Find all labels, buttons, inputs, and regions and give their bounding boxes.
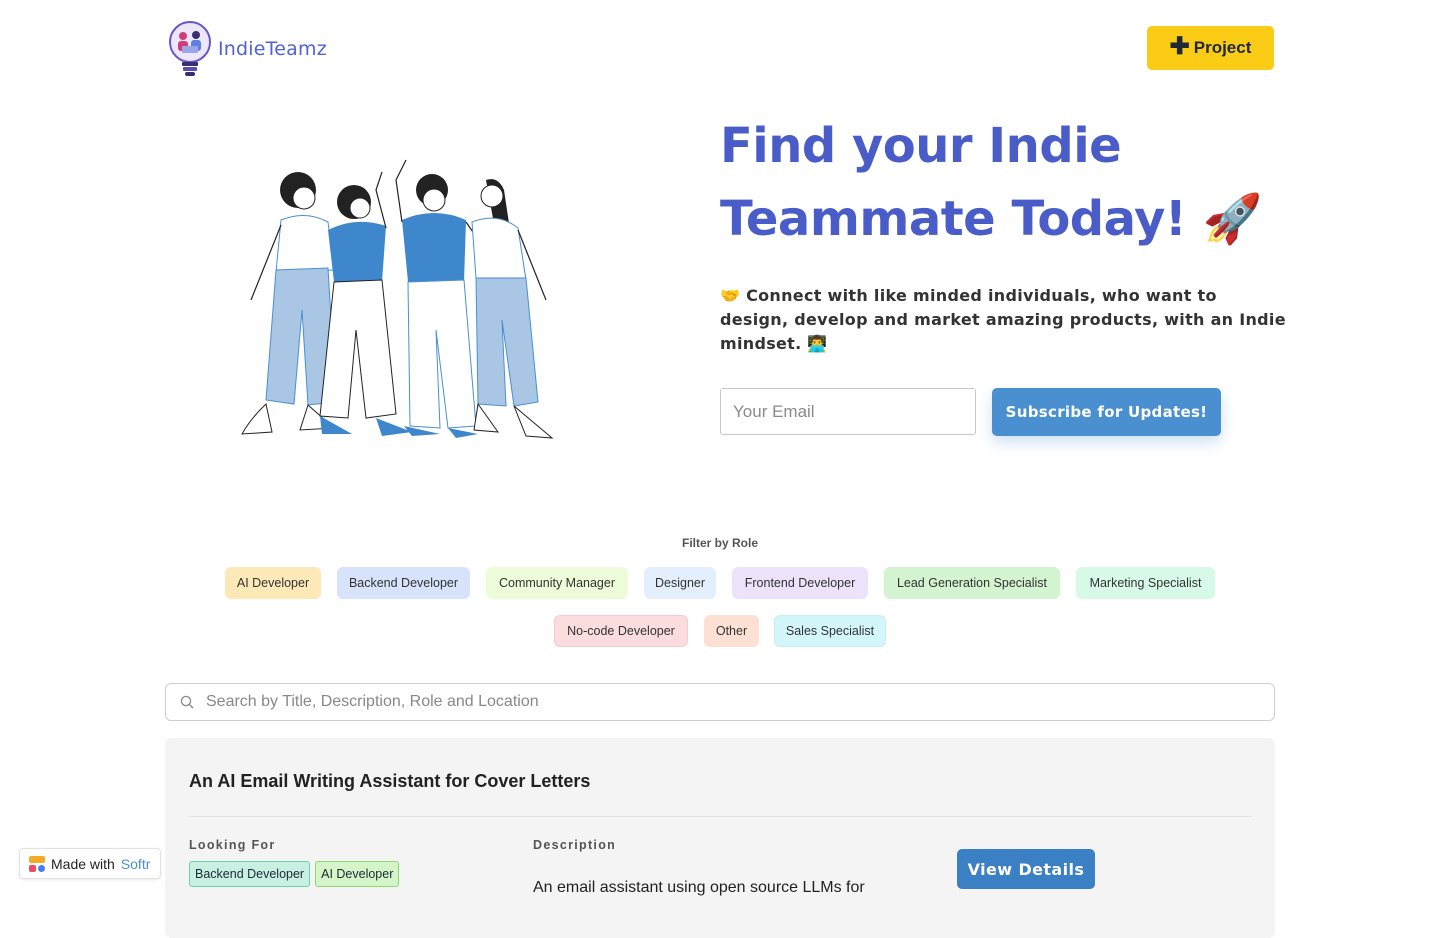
subscribe-button[interactable]: Subscribe for Updates! xyxy=(992,388,1221,436)
logo-text: IndieTeamz xyxy=(218,38,327,60)
role-chip-sales-specialist[interactable]: Sales Specialist xyxy=(774,615,886,647)
add-project-button-label: Project xyxy=(1193,38,1252,57)
role-chip-designer[interactable]: Designer xyxy=(644,567,716,599)
softr-logo-icon xyxy=(29,855,45,872)
role-chip-community-manager[interactable]: Community Manager xyxy=(486,567,628,599)
role-chip-ai-developer[interactable]: AI Developer xyxy=(225,567,321,599)
description-label: Description xyxy=(533,838,617,852)
badge-prefix: Made with xyxy=(51,855,115,872)
filter-by-role-label: Filter by Role xyxy=(681,536,758,550)
view-details-button[interactable]: View Details xyxy=(957,849,1095,889)
search-input[interactable] xyxy=(204,684,1274,720)
role-chip-backend-developer[interactable]: Backend Developer xyxy=(337,567,470,599)
looking-for-label: Looking For xyxy=(189,838,276,852)
looking-for-tags: Backend Developer AI Developer xyxy=(189,861,400,887)
role-chip-no-code-developer[interactable]: No-code Developer xyxy=(554,615,688,647)
hero-title: Find your Indie Teammate Today! 🚀 xyxy=(720,118,1262,247)
lightbulb-team-logo-icon xyxy=(169,21,211,76)
logo[interactable]: IndieTeamz xyxy=(168,20,327,78)
role-chip-lead-generation-specialist[interactable]: Lead Generation Specialist xyxy=(884,567,1060,599)
search-icon xyxy=(180,695,194,709)
badge-brand: Softr xyxy=(120,855,151,872)
hero-subtitle: 🤝 Connect with like minded individuals, … xyxy=(720,286,1286,353)
role-chip-marketing-specialist[interactable]: Marketing Specialist xyxy=(1076,567,1215,599)
team-high-five-illustration xyxy=(241,159,554,439)
search-bar[interactable] xyxy=(165,683,1275,721)
add-project-button[interactable]: ✚ Project xyxy=(1147,26,1274,70)
email-input[interactable] xyxy=(720,388,976,435)
role-tag-backend-developer: Backend Developer xyxy=(189,861,311,887)
role-chip-frontend-developer[interactable]: Frontend Developer xyxy=(732,567,868,599)
role-tag-ai-developer: AI Developer xyxy=(315,861,400,887)
project-title: An AI Email Writing Assistant for Cover … xyxy=(189,771,591,791)
role-chip-other[interactable]: Other xyxy=(704,615,759,647)
card-divider xyxy=(189,816,1252,817)
project-card: An AI Email Writing Assistant for Cover … xyxy=(165,738,1275,938)
project-description: An email assistant using open source LLM… xyxy=(533,879,865,896)
plus-icon: ✚ xyxy=(1169,33,1190,60)
made-with-softr-badge[interactable]: Made with Softr xyxy=(19,848,161,879)
